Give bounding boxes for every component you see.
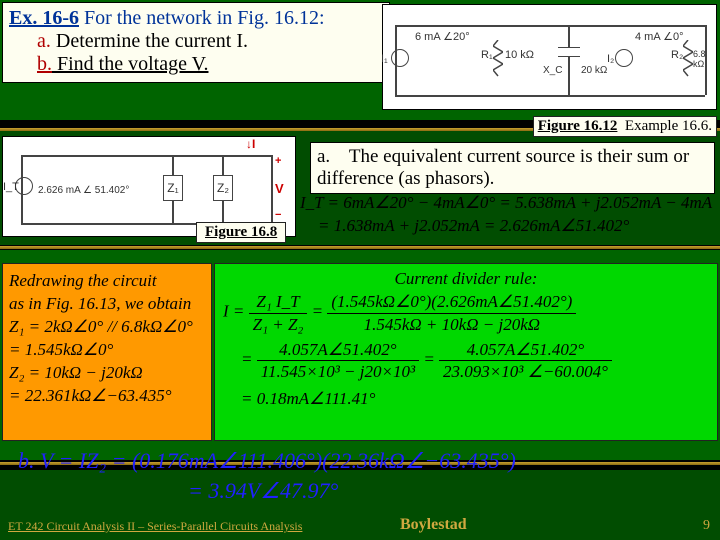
z1-box: Z₁: [163, 175, 183, 201]
figure-16-12-label: Figure 16.12 Example 16.6.: [533, 116, 717, 137]
figure-16-12-caption: Example 16.6.: [625, 118, 712, 134]
xc-label: X_C: [543, 65, 562, 76]
example-part-a: a. Determine the current I.: [37, 30, 383, 53]
i2-value: 4 mA ∠0°: [635, 30, 684, 43]
orange-l3: Z₁ = 2kΩ∠0° // 6.8kΩ∠0°: [9, 316, 205, 339]
it-equations: I_T = 6mA∠20° − 4mA∠0° = 5.638mA + j2.05…: [300, 192, 715, 238]
part-a-text: Determine the current I.: [56, 30, 248, 52]
v-minus: −: [275, 209, 281, 221]
z2-box: Z₂: [213, 175, 233, 201]
green-title: Current divider rule:: [223, 268, 709, 289]
green-row1: I = Z₁ I_T Z₁ + Z₂ = (1.545kΩ∠0°)(2.626m…: [223, 291, 709, 335]
orange-l6: = 22.361kΩ∠−63.435°: [9, 385, 205, 408]
current-divider-box: Current divider rule: I = Z₁ I_T Z₁ + Z₂…: [214, 263, 718, 441]
part-b-label: b.: [37, 53, 52, 75]
figure-16-8-label: Figure 16.8: [196, 222, 286, 243]
example-box: Ex. 16-6 For the network in Fig. 16.12: …: [2, 2, 390, 83]
orange-l2: as in Fig. 16.13, we obtain: [9, 293, 205, 316]
frac1: Z₁ I_T Z₁ + Z₂: [249, 291, 308, 335]
r2-label: R₂: [671, 49, 683, 61]
example-prefix: Ex. 16-6: [9, 7, 79, 29]
b-line1: b. V = IZ₂ = (0.176mA∠111.406°)(22.36kΩ∠…: [18, 446, 702, 476]
orange-l4: = 1.545kΩ∠0°: [9, 339, 205, 362]
footer-author: Boylestad: [400, 516, 467, 534]
footer-page: 9: [703, 518, 710, 534]
green-row2: = 4.057A∠51.402° 11.545×10³ − j20×10³ = …: [223, 339, 709, 383]
footer-course: ET 242 Circuit Analysis II – Series-Para…: [8, 519, 302, 534]
it-value: 2.626 mA ∠ 51.402°: [38, 185, 158, 196]
eq3: =: [423, 349, 434, 368]
example-title: Ex. 16-6 For the network in Fig. 16.12:: [9, 7, 383, 30]
part-b-text: Find the voltage V.: [57, 53, 208, 75]
equivalent-source-box: a. The equivalent current source is thei…: [310, 142, 715, 194]
part-b-answer: b. V = IZ₂ = (0.176mA∠111.406°)(22.36kΩ∠…: [18, 446, 702, 505]
green-result: = 0.18mA∠111.41°: [223, 388, 709, 409]
i-arrow: ↓I: [246, 137, 255, 151]
r2-value: 6.8 kΩ: [693, 49, 716, 69]
eq2: =: [241, 349, 252, 368]
it-eq-line2: = 1.638mA + j2.052mA = 2.626mA∠51.402°: [300, 215, 715, 238]
frac3: 4.057A∠51.402° 11.545×10³ − j20×10³: [257, 339, 419, 383]
figure-16-12-circuit: I₁ 6 mA ∠20° R₁ 10 kΩ X_C 20 kΩ I₂ 4 mA …: [382, 4, 717, 110]
i1-value: 6 mA ∠20°: [415, 30, 470, 43]
xc-value: 20 kΩ: [581, 65, 607, 76]
i1-label: I₁: [381, 53, 388, 65]
it-label: I_T: [3, 181, 19, 193]
figure-16-12-num: Figure 16.12: [538, 118, 618, 134]
it-eq-line1: I_T = 6mA∠20° − 4mA∠0° = 5.638mA + j2.05…: [300, 192, 715, 215]
green-lhs: I =: [223, 302, 244, 321]
example-part-b: b. Find the voltage V.: [37, 53, 383, 76]
b-line2: = 3.94V∠47.97°: [18, 476, 702, 506]
frac4: 4.057A∠51.402° 23.093×10³ ∠−60.004°: [439, 339, 612, 383]
r1-label: R₁: [481, 49, 493, 61]
r1-value: 10 kΩ: [505, 49, 534, 61]
frac2: (1.545kΩ∠0°)(2.626mA∠51.402°) 1.545kΩ + …: [327, 291, 576, 335]
redraw-box: Redrawing the circuit as in Fig. 16.13, …: [2, 263, 212, 441]
equiv-text: The equivalent current source is their s…: [317, 146, 689, 189]
part-a-label: a.: [37, 30, 51, 52]
i2-label: I₂: [607, 53, 614, 65]
eq1: =: [312, 302, 323, 321]
example-title-rest: For the network in Fig. 16.12:: [84, 7, 325, 29]
v-label: V: [275, 181, 284, 196]
orange-l5: Z₂ = 10kΩ − j20kΩ: [9, 362, 205, 385]
orange-l1: Redrawing the circuit: [9, 270, 205, 293]
equiv-a-label: a.: [317, 146, 330, 167]
v-plus: +: [275, 155, 281, 167]
